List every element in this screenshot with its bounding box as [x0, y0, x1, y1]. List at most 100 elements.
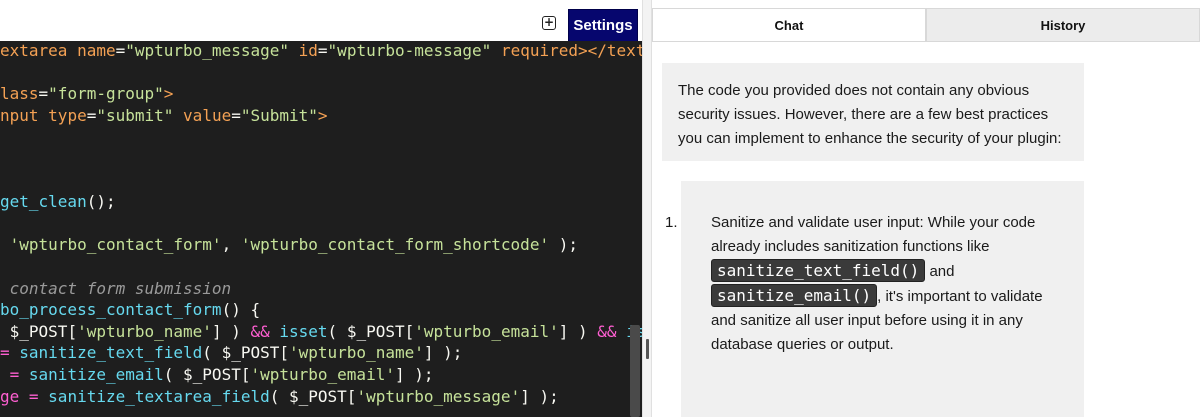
code-token: ge =: [0, 386, 49, 406]
code-token: sanitize_text_field: [19, 343, 203, 363]
code-token: );: [549, 235, 578, 255]
message-line: already includes sanitization functions …: [711, 238, 990, 255]
code-token: value: [183, 105, 232, 125]
tab-chat[interactable]: Chat: [652, 8, 926, 42]
code-token: =: [0, 365, 29, 384]
add-icon[interactable]: +: [542, 16, 556, 30]
message-line: you can implement to enhance the securit…: [678, 130, 1062, 147]
code-line: 'wpturbo_contact_form', 'wpturbo_contact…: [0, 235, 578, 257]
drag-handle-icon[interactable]: [646, 339, 649, 359]
message-line: sanitize_email(), it's important to vali…: [711, 284, 1064, 309]
code-token: ] );: [423, 343, 463, 363]
code-token: 'wpturbo_contact_form_shortcode': [240, 235, 550, 255]
code-token: lass: [0, 84, 39, 104]
code-token: sanitize_textarea_field: [48, 386, 270, 406]
message-line: database queries or output.: [711, 336, 894, 353]
code-line: get_clean();: [0, 192, 116, 214]
code-line: extarea name="wpturbo_message" id="wptur…: [0, 41, 642, 63]
code-token: &&: [250, 321, 270, 341]
code-token: name: [77, 41, 116, 60]
code-token: >: [163, 84, 174, 104]
code-line: lass="form-group">: [0, 84, 173, 106]
code-token: [: [67, 321, 78, 341]
chat-message: The code you provided does not contain a…: [662, 63, 1084, 161]
message-text: and: [925, 263, 955, 280]
code-token: =: [86, 105, 97, 125]
code-token: (: [327, 321, 347, 341]
editor-pane: + Settings extarea name="wpturbo_message…: [0, 0, 642, 417]
settings-button[interactable]: Settings: [568, 9, 638, 41]
code-token: ();: [86, 192, 116, 212]
code-token: &&: [597, 321, 617, 341]
code-token: nput: [0, 105, 49, 125]
code-token: isset: [279, 321, 328, 341]
code-token: "Submit": [240, 105, 318, 125]
message-line: sanitize_text_field() and: [711, 259, 1064, 284]
pane-divider[interactable]: [642, 0, 652, 417]
code-token: (: [202, 343, 222, 363]
code-line: nput type="submit" value="Submit">: [0, 106, 328, 128]
code-token: [: [279, 343, 289, 363]
editor-toolbar: + Settings: [0, 0, 642, 41]
code-token: ] );: [394, 365, 434, 384]
code-editor[interactable]: extarea name="wpturbo_message" id="wptur…: [0, 41, 642, 417]
code-line: = sanitize_email( $_POST['wpturbo_email'…: [0, 365, 434, 387]
message-line: security issues. However, there are a fe…: [678, 106, 1049, 123]
code-token: () {: [221, 300, 261, 320]
chat-message-list: 1. Sanitize and validate user input: Whi…: [665, 181, 1084, 417]
code-token: get_clean: [0, 192, 87, 212]
message-line: and sanitize all user input before using…: [711, 312, 1023, 329]
code-token: 'wpturbo_name': [289, 343, 424, 363]
code-token: 'wpturbo_email': [414, 321, 559, 341]
code-token: extarea: [0, 41, 78, 60]
code-token: ] );: [520, 386, 559, 406]
panel-tabs: Chat History: [652, 8, 1200, 42]
inline-code: sanitize_text_field(): [711, 259, 926, 282]
tab-history[interactable]: History: [926, 8, 1200, 42]
code-token: =: [317, 41, 328, 60]
code-token: contact form submission: [0, 278, 232, 298]
code-token: sanitize_email: [28, 365, 164, 384]
code-token: "form-group": [48, 84, 164, 104]
chat-panel: Chat History The code you provided does …: [652, 0, 1200, 417]
code-token: =: [231, 105, 241, 125]
code-token: (: [163, 365, 184, 384]
code-line: ge = sanitize_textarea_field( $_POST['wp…: [0, 387, 559, 409]
code-token: (: [269, 386, 289, 406]
code-token: ] ): [558, 321, 598, 341]
code-line: $_POST['wpturbo_name'] ) && isset( $_POS…: [0, 322, 642, 344]
code-token: >: [317, 105, 328, 125]
code-token: $_POST: [289, 386, 347, 406]
code-token: $_POST: [221, 343, 280, 363]
code-token: "wpturbo-message": [327, 41, 492, 60]
code-token: =: [115, 41, 126, 60]
list-item-text: Sanitize and validate user input: While …: [711, 211, 1064, 357]
list-number: 1.: [665, 214, 678, 231]
code-token: =: [38, 84, 49, 104]
code-token: $_POST: [183, 365, 241, 384]
code-token: 'wpturbo_email': [250, 365, 395, 384]
code-token: 'wpturbo_message': [356, 386, 521, 406]
code-token: 'wpturbo_name': [77, 321, 212, 341]
message-line: The code you provided does not contain a…: [678, 82, 1030, 99]
code-token: [: [404, 321, 415, 341]
code-token: $_POST: [346, 321, 405, 341]
code-line: bo_process_contact_form() {: [0, 300, 260, 322]
code-token: [: [346, 386, 357, 406]
code-token: ,: [221, 235, 241, 255]
code-token: =: [0, 343, 20, 363]
code-token: $_POST: [9, 321, 68, 341]
message-text: , it's important to validate: [877, 288, 1043, 305]
code-token: "wpturbo_message": [125, 41, 289, 60]
code-token: bo_process_contact_form: [0, 300, 222, 320]
code-token: required: [500, 41, 579, 60]
editor-scrollbar[interactable]: [630, 325, 640, 417]
code-line: contact form submission: [0, 278, 232, 301]
